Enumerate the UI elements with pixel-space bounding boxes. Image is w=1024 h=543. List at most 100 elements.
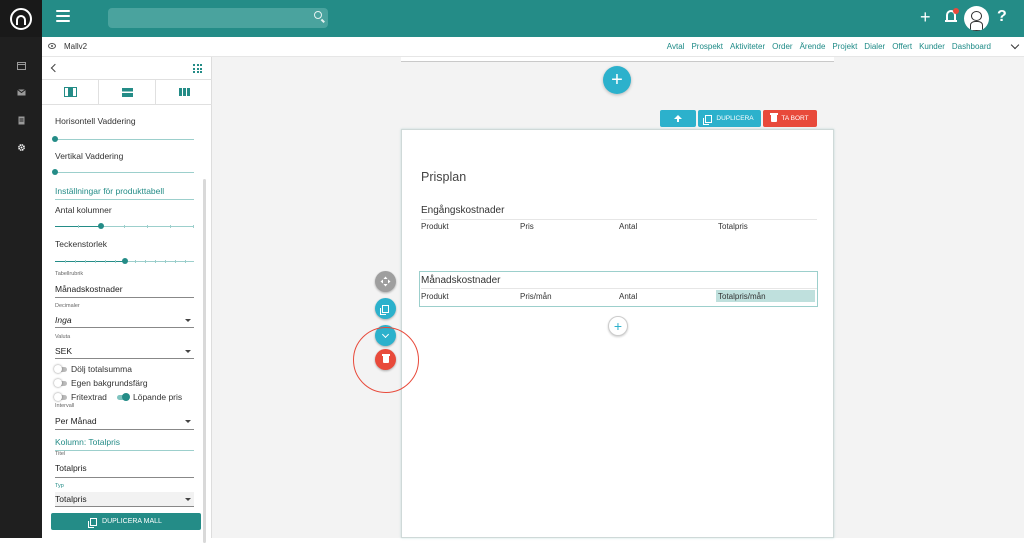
nav-link-aktiviteter[interactable]: Aktiviteter: [730, 42, 765, 51]
decimals-select[interactable]: Inga: [55, 315, 72, 325]
eye-icon[interactable]: [48, 43, 56, 49]
title-input[interactable]: Totalpris: [55, 463, 87, 473]
page-title: Prisplan: [421, 170, 467, 184]
panel-scrollbar[interactable]: [203, 179, 206, 543]
nav-link-arende[interactable]: Ärende: [800, 42, 826, 51]
section-rule: [421, 288, 817, 289]
own-background-toggle[interactable]: [54, 379, 67, 387]
type-label: Typ: [55, 483, 64, 489]
chevron-down-icon: [185, 319, 191, 322]
notification-dot: [953, 8, 959, 14]
monthly-costs-title: Månadskostnader: [421, 275, 501, 286]
column-header: Produkt: [421, 222, 449, 231]
menu-icon[interactable]: [56, 10, 70, 24]
section-divider: [55, 199, 194, 200]
currency-select[interactable]: SEK: [55, 346, 72, 356]
section-divider: [55, 450, 194, 451]
delete-label: TA BORT: [781, 115, 809, 122]
input-underline: [55, 506, 194, 507]
document-icon[interactable]: [13, 112, 29, 128]
layout-tabs: [42, 79, 212, 105]
layout-rows-icon: [121, 87, 133, 97]
free-text-label: Fritextrad: [71, 392, 107, 402]
tab-layout-rows[interactable]: [99, 80, 156, 104]
chevron-down-icon: [185, 420, 191, 423]
sub-navigation: Mallv2 Avtal Prospekt Aktiviteter Order …: [42, 37, 1024, 57]
add-section-button[interactable]: +: [603, 66, 631, 94]
type-select[interactable]: Totalpris: [55, 494, 87, 504]
mail-icon[interactable]: [13, 84, 29, 100]
layout-single-icon: [63, 87, 77, 97]
tab-layout-columns[interactable]: [156, 80, 212, 104]
search-input[interactable]: [108, 8, 328, 28]
duplicate-template-button[interactable]: DUPLICERA MALL: [51, 513, 201, 530]
free-text-toggle[interactable]: [54, 393, 67, 401]
hide-total-toggle[interactable]: [54, 365, 67, 373]
input-underline: [55, 477, 194, 478]
nav-link-kunder[interactable]: Kunder: [919, 42, 945, 51]
table-caption-label: Tabellrubrik: [55, 271, 84, 277]
font-size-label: Teckenstorlek: [55, 239, 107, 249]
product-table-section-title: Inställningar för produkttabell: [55, 186, 165, 196]
input-underline: [55, 297, 194, 298]
monthly-table-header: Produkt Pris/mån Antal Totalpris/mån: [421, 292, 817, 301]
settings-form: Horisontell Vaddering Vertikal Vaddering…: [42, 105, 212, 517]
chevron-down-icon: [185, 498, 191, 501]
input-underline: [55, 327, 194, 328]
nav-link-avtal[interactable]: Avtal: [667, 42, 685, 51]
duplicate-button[interactable]: DUPLICERA: [698, 110, 761, 127]
add-button[interactable]: +: [920, 8, 931, 26]
panel-header: [42, 57, 212, 79]
search-icon: [314, 11, 322, 19]
input-underline: [55, 358, 194, 359]
nav-link-projekt[interactable]: Projekt: [832, 42, 857, 51]
help-button[interactable]: ?: [997, 8, 1007, 26]
bell-icon[interactable]: [945, 8, 959, 24]
nav-link-prospekt[interactable]: Prospekt: [691, 42, 723, 51]
column-header[interactable]: Produkt: [421, 292, 520, 301]
app-rail: [0, 0, 42, 538]
tab-layout-single[interactable]: [42, 80, 99, 104]
chevron-down-icon[interactable]: [1010, 40, 1020, 50]
title-label: Titel: [55, 451, 66, 457]
chevron-down-icon: [185, 350, 191, 353]
move-block-button[interactable]: [375, 271, 396, 292]
settings-panel: Horisontell Vaddering Vertikal Vaddering…: [42, 57, 212, 543]
nav-link-dashboard[interactable]: Dashboard: [952, 42, 991, 51]
input-underline: [55, 429, 194, 430]
nav-link-offert[interactable]: Offert: [892, 42, 912, 51]
column-header: Pris: [520, 222, 534, 231]
editor-canvas: + DUPLICERA TA BORT Prisplan Engångskost…: [212, 57, 1024, 538]
calendar-icon[interactable]: [13, 57, 29, 73]
back-icon[interactable]: [50, 63, 60, 73]
grid-icon[interactable]: [193, 64, 202, 73]
horizontal-padding-label: Horisontell Vaddering: [55, 116, 136, 126]
top-bar: + ?: [42, 0, 1024, 37]
own-background-label: Egen bakgrundsfärg: [71, 378, 148, 388]
delete-button[interactable]: TA BORT: [763, 110, 817, 127]
nav-link-order[interactable]: Order: [772, 42, 792, 51]
copy-icon: [703, 114, 713, 125]
table-caption-input[interactable]: Månadskostnader: [55, 284, 123, 294]
add-row-button[interactable]: +: [608, 316, 628, 336]
horizontal-padding-slider[interactable]: [52, 136, 194, 142]
document-page: Prisplan Engångskostnader Produkt Pris A…: [401, 129, 834, 538]
section-rule: [421, 219, 817, 220]
running-price-toggle[interactable]: [117, 393, 130, 401]
column-header-selected[interactable]: Totalpris/mån: [718, 292, 817, 301]
gear-icon[interactable]: [13, 139, 29, 155]
move-up-button[interactable]: [660, 110, 696, 127]
avatar[interactable]: [964, 6, 989, 31]
copy-block-button[interactable]: [375, 298, 396, 319]
interval-select[interactable]: Per Månad: [55, 416, 97, 426]
nav-link-dialer[interactable]: Dialer: [864, 42, 885, 51]
font-size-slider[interactable]: [55, 258, 194, 264]
copy-icon: [380, 304, 389, 315]
vertical-padding-slider[interactable]: [52, 169, 194, 175]
column-header[interactable]: Antal: [619, 292, 718, 301]
duplicate-label: DUPLICERA: [716, 115, 754, 122]
decimals-label: Decimaler: [55, 303, 80, 309]
column-header[interactable]: Pris/mån: [520, 292, 619, 301]
logo-icon[interactable]: [0, 0, 42, 37]
columns-slider[interactable]: [55, 223, 194, 229]
